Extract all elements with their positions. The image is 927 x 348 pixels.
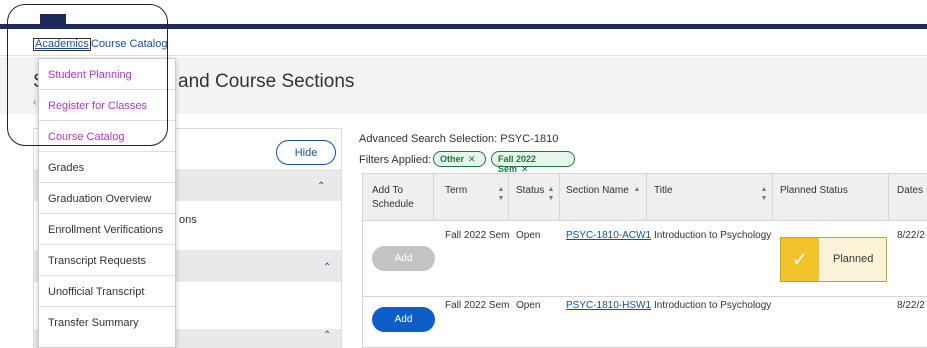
column-header-status[interactable]: Status xyxy=(516,184,544,198)
sort-up-icon[interactable]: ▲ xyxy=(633,185,641,194)
menu-item-register-for-classes[interactable]: Register for Classes xyxy=(39,90,175,121)
row-2-status: Open xyxy=(516,300,541,311)
menu-item-transfer-summary[interactable]: Transfer Summary xyxy=(39,307,175,338)
column-header-add-to-schedule: Add To Schedule xyxy=(372,185,414,210)
column-header-planned-status: Planned Status xyxy=(780,185,848,196)
sort-arrows-icon[interactable]: ▲ ▼ xyxy=(497,185,505,203)
close-icon[interactable]: ✕ xyxy=(468,154,476,164)
app-logo-tab xyxy=(40,14,66,24)
row-2-title: Introduction to Psychology xyxy=(654,300,772,311)
menu-item-enrollment-verifications[interactable]: Enrollment Verifications xyxy=(39,214,175,245)
chevron-up-icon[interactable]: ⌃ xyxy=(323,262,335,273)
row-1-dates: 8/22/2 xyxy=(897,230,925,241)
column-header-dates: Dates xyxy=(897,185,924,196)
menu-item-student-planning[interactable]: Student Planning xyxy=(39,59,175,90)
column-divider xyxy=(433,174,434,221)
column-divider xyxy=(508,174,509,221)
row-2-dates: 8/22/2 xyxy=(897,300,925,311)
filter-chip-other[interactable]: Other ✕ xyxy=(433,151,486,167)
breadcrumb-separator: · xyxy=(80,38,84,50)
column-divider xyxy=(559,174,560,221)
menu-item-course-catalog[interactable]: Course Catalog xyxy=(39,121,175,152)
row-1-status: Open xyxy=(516,230,541,241)
row-2-term: Fall 2022 Sem xyxy=(445,300,510,311)
filter-chip-label: Other xyxy=(440,154,465,164)
hide-filters-button[interactable]: Hide xyxy=(276,140,336,165)
column-divider xyxy=(646,174,647,221)
menu-item-transcript-requests[interactable]: Transcript Requests xyxy=(39,245,175,276)
planned-status-label: Planned xyxy=(833,253,874,265)
menu-item-unofficial-transcript[interactable]: Unofficial Transcript xyxy=(39,276,175,307)
breadcrumb: Academics · Course Catalog xyxy=(0,30,927,56)
chevron-up-icon[interactable]: ⌃ xyxy=(317,181,329,192)
advanced-search-selection: Advanced Search Selection: PSYC-1810 xyxy=(359,133,559,145)
column-header-term[interactable]: Term xyxy=(445,184,467,198)
filter-chip-fall-2022[interactable]: Fall 2022 Sem ✕ xyxy=(491,151,575,174)
filter-chip-label: Fall 2022 Sem xyxy=(498,154,537,174)
academics-dropdown-menu: Student Planning Register for Classes Co… xyxy=(38,58,176,348)
page-title: and Course Sections xyxy=(178,71,355,92)
row-2-section-link[interactable]: PSYC-1810-HSW1 xyxy=(566,300,651,311)
top-bar-band xyxy=(0,24,927,29)
planned-status-badge: ✓ Planned xyxy=(780,237,887,282)
column-divider xyxy=(772,174,773,221)
menu-item-grades[interactable]: Grades xyxy=(39,152,175,183)
filters-applied-label: Filters Applied: xyxy=(359,154,432,166)
row-divider xyxy=(363,296,927,297)
back-chevron-icon[interactable]: ‹ xyxy=(33,97,36,108)
sort-arrows-icon[interactable]: ▲ ▼ xyxy=(760,185,768,203)
menu-item-graduation-overview[interactable]: Graduation Overview xyxy=(39,183,175,214)
column-divider xyxy=(888,174,889,221)
column-header-title[interactable]: Title xyxy=(654,184,673,198)
chevron-up-icon[interactable]: ⌃ xyxy=(323,330,335,341)
breadcrumb-course-catalog[interactable]: Course Catalog xyxy=(91,38,167,50)
check-icon: ✓ xyxy=(781,238,819,281)
column-header-section-name[interactable]: Section Name xyxy=(566,184,629,198)
add-to-schedule-button[interactable]: Add xyxy=(372,307,435,332)
top-bar xyxy=(0,0,927,24)
row-1-title: Introduction to Psychology xyxy=(654,230,772,241)
sort-arrows-icon[interactable]: ▲ ▼ xyxy=(547,185,555,203)
add-to-schedule-button-disabled[interactable]: Add xyxy=(372,246,435,271)
row-1-term: Fall 2022 Sem xyxy=(445,230,510,241)
filter-option-text: ons xyxy=(179,214,197,226)
row-1-section-link[interactable]: PSYC-1810-ACW1 xyxy=(566,230,651,241)
